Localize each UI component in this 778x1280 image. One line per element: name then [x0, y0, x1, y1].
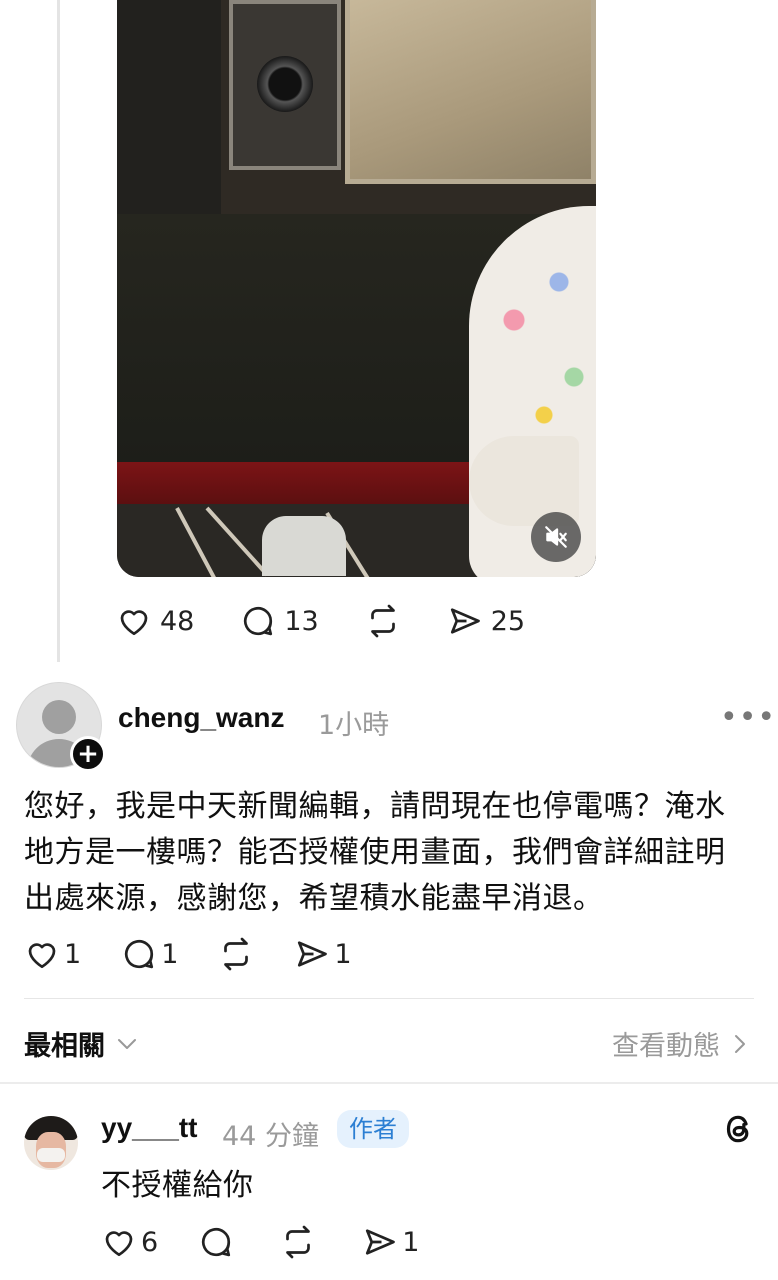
- repost-button[interactable]: [280, 1224, 316, 1260]
- comment-bubble-icon: [244, 606, 273, 636]
- more-options-button[interactable]: •••: [720, 700, 776, 735]
- like-count: 6: [141, 1226, 159, 1258]
- mute-toggle-button[interactable]: [531, 512, 581, 562]
- video-scene-red-rail: [117, 462, 477, 504]
- reply-timestamp: 44 分鐘: [222, 1121, 319, 1152]
- comment-count: 13: [284, 605, 319, 637]
- send-icon: [366, 1229, 396, 1255]
- video-scene-bottle: [262, 516, 346, 576]
- comment-username[interactable]: cheng_wanz: [118, 702, 284, 734]
- sort-label: 最相關: [24, 1031, 105, 1062]
- share-button[interactable]: 25: [447, 603, 525, 639]
- like-button[interactable]: 48: [116, 603, 194, 639]
- share-button[interactable]: 1: [362, 1224, 419, 1260]
- heart-icon: [28, 943, 56, 969]
- post-video[interactable]: [117, 0, 596, 577]
- like-count: 48: [160, 605, 195, 637]
- repost-button[interactable]: [218, 936, 254, 972]
- video-scene-fan: [257, 56, 313, 112]
- speaker-muted-icon: [545, 526, 567, 548]
- view-activity-link[interactable]: 查看動態: [612, 1024, 746, 1063]
- comment-action-bar: 1 1 1: [24, 936, 398, 972]
- send-icon: [450, 608, 480, 634]
- author-badge: 作者: [337, 1110, 409, 1148]
- comment-timestamp: 1小時: [318, 710, 390, 741]
- send-icon: [298, 941, 328, 967]
- heart-icon: [105, 1231, 133, 1257]
- threads-logo-icon[interactable]: [720, 1110, 756, 1152]
- share-count: 1: [334, 938, 352, 970]
- reply-action-bar: 6 1: [101, 1224, 465, 1260]
- share-count: 1: [402, 1226, 420, 1258]
- repost-button[interactable]: [365, 603, 401, 639]
- thread-connector-line: [57, 0, 60, 662]
- repost-icon: [286, 1225, 311, 1259]
- sort-dropdown[interactable]: 最相關: [24, 1024, 137, 1063]
- chevron-down-icon: [118, 1038, 136, 1049]
- avatar-placeholder-head: [42, 700, 76, 734]
- video-scene-panel: [345, 0, 596, 184]
- like-button[interactable]: 1: [24, 936, 81, 972]
- comment-bubble-icon: [202, 1227, 231, 1257]
- share-count: 25: [490, 605, 526, 637]
- comment-button[interactable]: 13: [240, 603, 319, 639]
- reply-username[interactable]: yy___tt: [101, 1112, 198, 1144]
- comment-count: 1: [161, 938, 179, 970]
- post-action-bar: 48 13 25: [116, 603, 571, 639]
- repost-icon: [224, 937, 249, 971]
- avatar[interactable]: [24, 1116, 78, 1170]
- avatar-mask: [37, 1148, 65, 1162]
- share-button[interactable]: 1: [294, 936, 352, 972]
- heart-icon: [120, 610, 148, 636]
- comment-bubble-icon: [125, 939, 154, 969]
- follow-plus-button[interactable]: +: [70, 736, 106, 772]
- like-button[interactable]: 6: [101, 1224, 158, 1260]
- reply-text: 不授權給你: [101, 1168, 254, 1203]
- like-count: 1: [64, 938, 82, 970]
- repost-icon: [370, 604, 395, 638]
- divider: [24, 998, 754, 999]
- chevron-right-icon: [735, 1034, 745, 1053]
- comment-button[interactable]: [198, 1224, 234, 1260]
- comment-button[interactable]: 1: [121, 936, 178, 972]
- view-activity-label: 查看動態: [612, 1031, 720, 1062]
- section-separator: [0, 1082, 778, 1084]
- comment-text: 您好，我是中天新聞編輯，請問現在也停電嗎？淹水地方是一樓嗎？能否授權使用畫面，我…: [24, 789, 726, 916]
